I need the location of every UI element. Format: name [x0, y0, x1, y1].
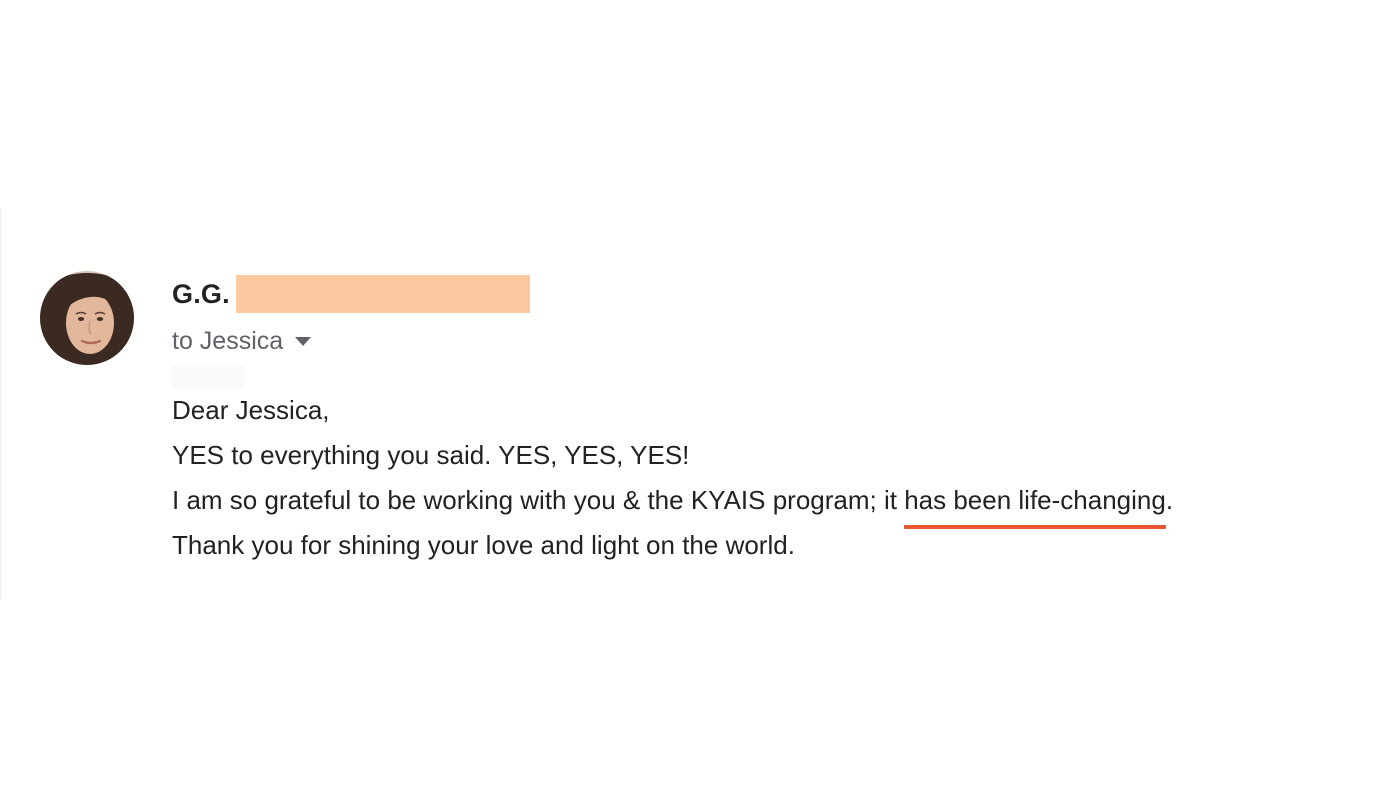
caret-down-icon[interactable] — [295, 336, 312, 346]
faint-placeholder — [172, 365, 244, 389]
body-line-2: YES to everything you said. YES, YES, YE… — [172, 440, 690, 470]
email-body: Dear Jessica, YES to everything you said… — [172, 388, 1173, 568]
avatar-photo — [40, 271, 134, 365]
body-line-4: Thank you for shining your love and ligh… — [172, 530, 795, 560]
body-line-3-end: . — [1165, 485, 1174, 515]
highlighted-phrase-text: has been life-changing — [904, 485, 1166, 515]
underline-annotation — [904, 525, 1166, 529]
recipient-line: to Jessica — [172, 325, 312, 357]
body-line-3: I am so grateful to be working with you … — [172, 478, 1174, 529]
body-greeting: Dear Jessica, — [172, 395, 330, 425]
body-line-3-start: I am so grateful to be working with you … — [172, 485, 905, 515]
sender-line: G.G. — [172, 275, 530, 313]
email-message: G.G. to Jessica Dear Jessica, YES to eve… — [0, 0, 1400, 800]
sender-avatar[interactable] — [40, 271, 134, 365]
highlighted-phrase: has been life-changing — [904, 478, 1166, 529]
redaction-block — [235, 275, 530, 313]
recipient-label: to Jessica — [172, 326, 284, 355]
sender-name[interactable]: G.G. — [172, 279, 230, 310]
